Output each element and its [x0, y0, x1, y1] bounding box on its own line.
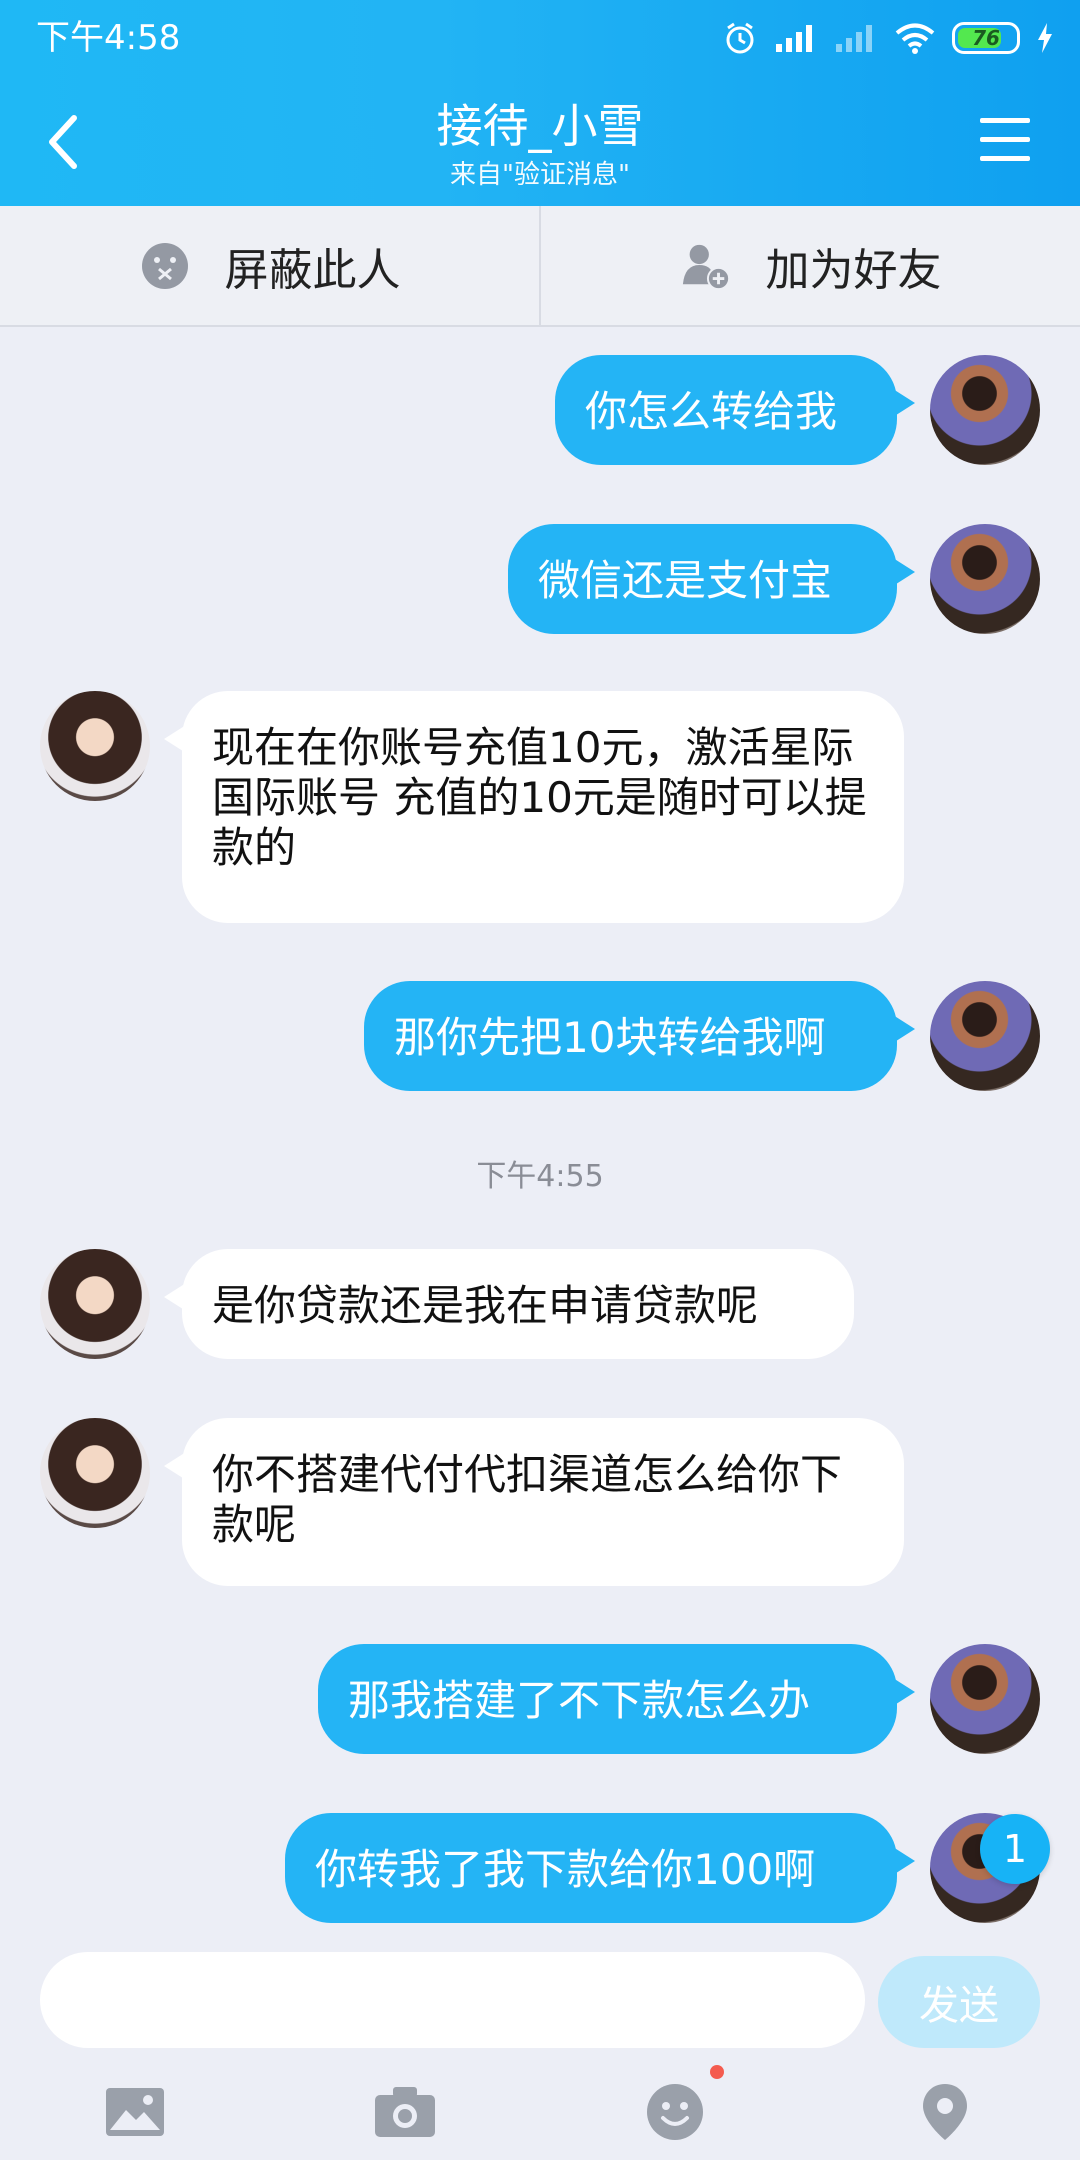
add-friend-icon [680, 240, 732, 292]
message-bubble-sent[interactable]: 你怎么转给我 [555, 355, 897, 465]
camera-button[interactable] [270, 2064, 540, 2160]
message-bubble-received[interactable]: 现在在你账号充值10元，激活星际国际账号 充值的10元是随时可以提款的 [182, 691, 904, 923]
location-icon [923, 2084, 967, 2140]
stranger-action-bar: 屏蔽此人 加为好友 [0, 206, 1080, 327]
chat-subtitle: 来自"验证消息" [450, 160, 630, 190]
message-bubble-received[interactable]: 是你贷款还是我在申请贷款呢 [182, 1249, 854, 1359]
wifi-icon [895, 23, 935, 54]
chat-title: 接待_小雪 [436, 99, 644, 153]
message-bubble-sent[interactable]: 那你先把10块转给我啊 [364, 981, 897, 1091]
message-timestamp: 下午4:55 [476, 1159, 604, 1194]
input-bar: 发送 [0, 1952, 1080, 2160]
input-toolbar [0, 2064, 1080, 2160]
emoji-button[interactable] [540, 2064, 810, 2160]
image-icon [106, 2088, 164, 2136]
image-button[interactable] [0, 2064, 270, 2160]
emoji-icon [647, 2084, 703, 2140]
my-avatar[interactable] [930, 524, 1040, 634]
battery-level: 76 [972, 26, 1000, 50]
block-button[interactable]: 屏蔽此人 [0, 206, 541, 325]
battery-indicator: 76 [952, 22, 1020, 54]
message-bubble-sent[interactable]: 微信还是支付宝 [508, 524, 897, 634]
charging-icon [1038, 23, 1052, 53]
menu-icon[interactable] [980, 118, 1030, 164]
block-label: 屏蔽此人 [224, 244, 401, 296]
camera-icon [375, 2087, 435, 2137]
status-icons: 76 [722, 16, 1054, 60]
contact-avatar[interactable] [40, 691, 150, 801]
location-button[interactable] [810, 2064, 1080, 2160]
add-friend-label: 加为好友 [765, 244, 942, 296]
add-friend-button[interactable]: 加为好友 [541, 206, 1080, 325]
block-face-icon [139, 240, 191, 292]
message-bubble-sent[interactable]: 那我搭建了不下款怎么办 [318, 1644, 897, 1754]
my-avatar[interactable] [930, 355, 1040, 465]
contact-avatar[interactable] [40, 1418, 150, 1528]
unread-count-badge[interactable]: 1 [980, 1814, 1050, 1884]
status-time: 下午4:58 [36, 18, 181, 58]
emoji-notification-dot [710, 2065, 724, 2079]
contact-avatar[interactable] [40, 1249, 150, 1359]
message-bubble-sent[interactable]: 你转我了我下款给你100啊 [285, 1813, 897, 1923]
send-button[interactable]: 发送 [878, 1956, 1040, 2048]
my-avatar[interactable] [930, 981, 1040, 1091]
signal-icon [776, 25, 812, 52]
signal-weak-icon [836, 25, 872, 52]
status-bar: 下午4:58 76 [0, 0, 1080, 76]
chat-header: 下午4:58 76 接待_小雪 来自"验证消息" [0, 0, 1080, 206]
my-avatar[interactable] [930, 1644, 1040, 1754]
message-input[interactable] [40, 1952, 865, 2048]
alarm-icon [726, 22, 754, 54]
message-bubble-received[interactable]: 你不搭建代付代扣渠道怎么给你下款呢 [182, 1418, 904, 1586]
